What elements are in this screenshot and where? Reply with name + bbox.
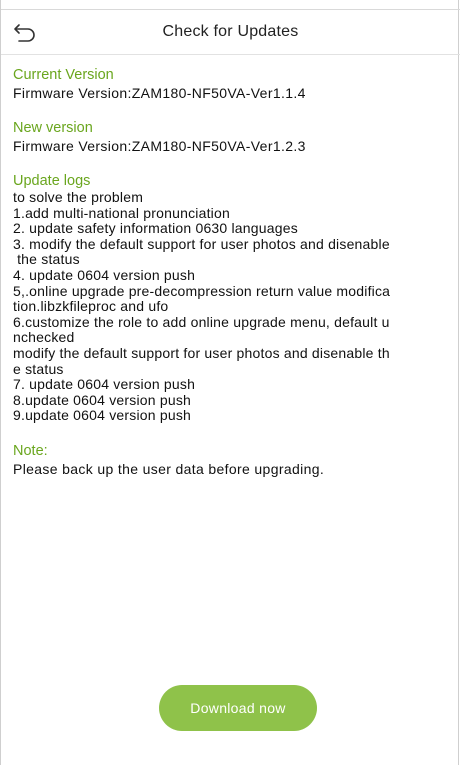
log-line: 6.customize the role to add online upgra… [13, 313, 390, 330]
new-version-block: New version Firmware Version:ZAM180-NF50… [13, 119, 458, 155]
note-heading: Note: [13, 442, 48, 459]
log-line: nchecked [13, 329, 75, 346]
log-line: e status [13, 360, 64, 377]
update-logs-block: Update logs to solve the problem 1.add m… [13, 172, 458, 424]
current-version-heading: Current Version [13, 67, 114, 83]
log-line: to solve the problem [13, 189, 144, 205]
new-version-heading: New version [13, 120, 93, 136]
log-line: 1.add multi-national pronunciation [13, 204, 230, 221]
log-line: 8.update 0604 version push [13, 391, 191, 408]
note-block: Note: Please back up the user data befor… [13, 442, 458, 478]
log-line: 4. update 0604 version push [13, 266, 196, 283]
log-line: modify the default support for user phot… [13, 344, 390, 361]
update-content: Current Version Firmware Version:ZAM180-… [13, 66, 458, 478]
current-version-block: Current Version Firmware Version:ZAM180-… [13, 66, 458, 102]
note-text: Please back up the user data before upgr… [13, 460, 325, 477]
page-title: Check for Updates [162, 23, 299, 40]
current-firmware-value: Firmware Version:ZAM180-NF50VA-Ver1.1.4 [13, 85, 306, 101]
new-firmware-value: Firmware Version:ZAM180-NF50VA-Ver1.2.3 [13, 138, 306, 154]
log-line: 2. update safety information 0630 langua… [13, 220, 298, 237]
log-line: tion.libzkfileproc and ufo [13, 298, 169, 315]
log-line: 9.update 0604 version push [13, 407, 191, 424]
log-line: 7. update 0604 version push [13, 376, 196, 393]
log-line: the status [13, 251, 80, 268]
download-now-button[interactable]: Download now [159, 685, 317, 731]
header-bar: Check for Updates [1, 9, 460, 55]
log-line: 5,.online upgrade pre-decompression retu… [13, 282, 391, 299]
update-logs-heading: Update logs [13, 173, 91, 189]
screen-frame: Check for Updates Current Version Firmwa… [0, 0, 460, 765]
log-line: 3. modify the default support for user p… [13, 235, 390, 252]
